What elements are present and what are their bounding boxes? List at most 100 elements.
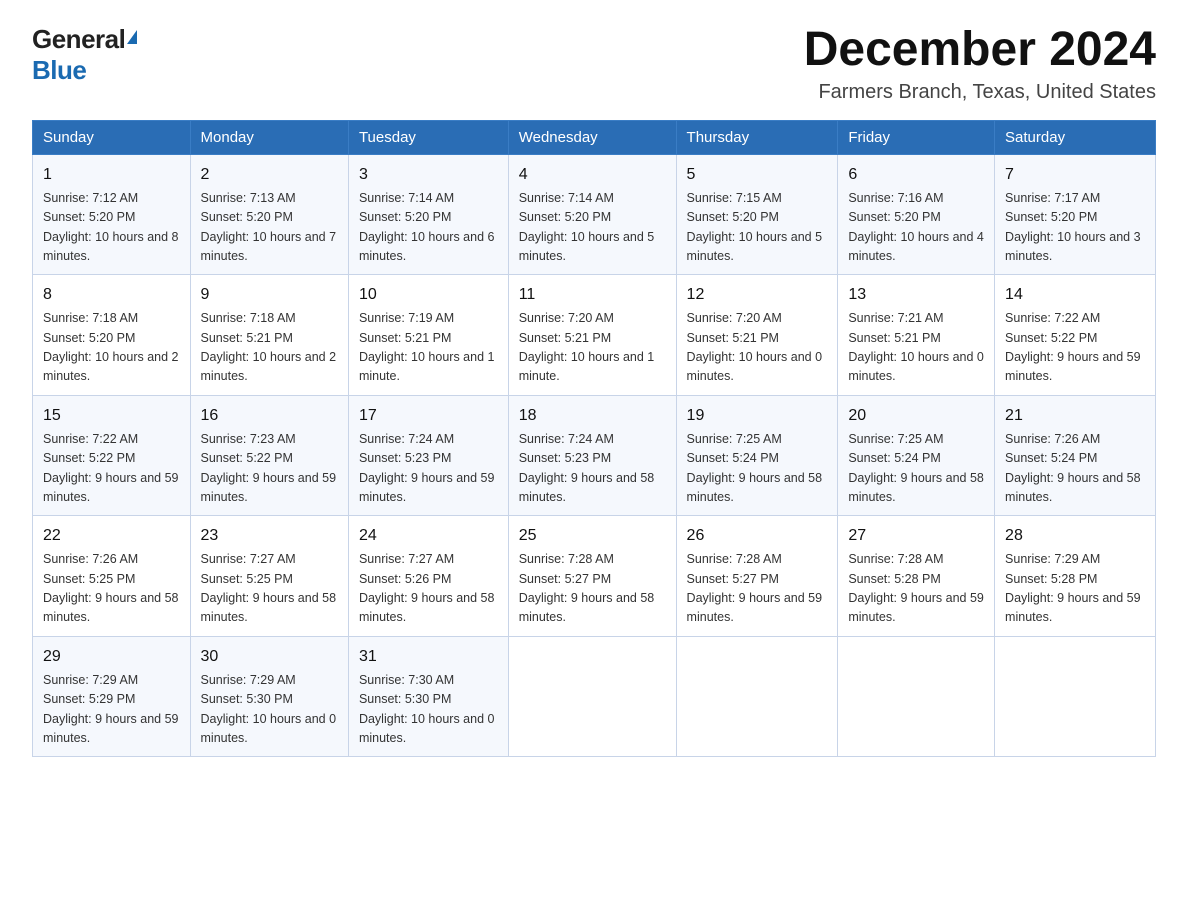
table-row: 19 Sunrise: 7:25 AMSunset: 5:24 PMDaylig… [676,395,838,516]
day-number: 26 [687,524,828,548]
day-info: Sunrise: 7:28 AMSunset: 5:28 PMDaylight:… [848,550,984,628]
table-row: 9 Sunrise: 7:18 AMSunset: 5:21 PMDayligh… [190,275,348,396]
day-number: 19 [687,404,828,428]
day-number: 31 [359,645,498,669]
day-info: Sunrise: 7:22 AMSunset: 5:22 PMDaylight:… [1005,309,1145,387]
table-row [838,636,995,757]
day-info: Sunrise: 7:24 AMSunset: 5:23 PMDaylight:… [359,430,498,508]
day-info: Sunrise: 7:29 AMSunset: 5:28 PMDaylight:… [1005,550,1145,628]
day-number: 6 [848,163,984,187]
day-info: Sunrise: 7:29 AMSunset: 5:30 PMDaylight:… [201,671,338,749]
day-number: 18 [519,404,666,428]
day-number: 27 [848,524,984,548]
table-row: 27 Sunrise: 7:28 AMSunset: 5:28 PMDaylig… [838,516,995,637]
col-sunday: Sunday [33,120,191,154]
title-block: December 2024 Farmers Branch, Texas, Uni… [804,24,1156,104]
day-info: Sunrise: 7:23 AMSunset: 5:22 PMDaylight:… [201,430,338,508]
table-row [676,636,838,757]
table-row: 13 Sunrise: 7:21 AMSunset: 5:21 PMDaylig… [838,275,995,396]
table-row: 5 Sunrise: 7:15 AMSunset: 5:20 PMDayligh… [676,154,838,275]
table-row: 25 Sunrise: 7:28 AMSunset: 5:27 PMDaylig… [508,516,676,637]
table-row: 22 Sunrise: 7:26 AMSunset: 5:25 PMDaylig… [33,516,191,637]
day-number: 29 [43,645,180,669]
day-info: Sunrise: 7:28 AMSunset: 5:27 PMDaylight:… [687,550,828,628]
day-number: 1 [43,163,180,187]
day-info: Sunrise: 7:18 AMSunset: 5:21 PMDaylight:… [201,309,338,387]
calendar-week-row: 29 Sunrise: 7:29 AMSunset: 5:29 PMDaylig… [33,636,1156,757]
table-row: 31 Sunrise: 7:30 AMSunset: 5:30 PMDaylig… [348,636,508,757]
day-info: Sunrise: 7:20 AMSunset: 5:21 PMDaylight:… [519,309,666,387]
day-info: Sunrise: 7:26 AMSunset: 5:25 PMDaylight:… [43,550,180,628]
day-info: Sunrise: 7:30 AMSunset: 5:30 PMDaylight:… [359,671,498,749]
day-number: 8 [43,283,180,307]
table-row: 26 Sunrise: 7:28 AMSunset: 5:27 PMDaylig… [676,516,838,637]
day-number: 10 [359,283,498,307]
table-row: 17 Sunrise: 7:24 AMSunset: 5:23 PMDaylig… [348,395,508,516]
table-row: 8 Sunrise: 7:18 AMSunset: 5:20 PMDayligh… [33,275,191,396]
table-row: 11 Sunrise: 7:20 AMSunset: 5:21 PMDaylig… [508,275,676,396]
table-row: 18 Sunrise: 7:24 AMSunset: 5:23 PMDaylig… [508,395,676,516]
table-row: 12 Sunrise: 7:20 AMSunset: 5:21 PMDaylig… [676,275,838,396]
table-row: 2 Sunrise: 7:13 AMSunset: 5:20 PMDayligh… [190,154,348,275]
table-row: 7 Sunrise: 7:17 AMSunset: 5:20 PMDayligh… [995,154,1156,275]
day-number: 24 [359,524,498,548]
table-row: 14 Sunrise: 7:22 AMSunset: 5:22 PMDaylig… [995,275,1156,396]
table-row: 24 Sunrise: 7:27 AMSunset: 5:26 PMDaylig… [348,516,508,637]
day-number: 25 [519,524,666,548]
col-thursday: Thursday [676,120,838,154]
day-info: Sunrise: 7:24 AMSunset: 5:23 PMDaylight:… [519,430,666,508]
day-info: Sunrise: 7:18 AMSunset: 5:20 PMDaylight:… [43,309,180,387]
day-info: Sunrise: 7:14 AMSunset: 5:20 PMDaylight:… [519,189,666,267]
page-subtitle: Farmers Branch, Texas, United States [804,81,1156,104]
calendar-week-row: 1 Sunrise: 7:12 AMSunset: 5:20 PMDayligh… [33,154,1156,275]
page-title: December 2024 [804,24,1156,77]
table-row: 10 Sunrise: 7:19 AMSunset: 5:21 PMDaylig… [348,275,508,396]
day-info: Sunrise: 7:16 AMSunset: 5:20 PMDaylight:… [848,189,984,267]
calendar-header-row: Sunday Monday Tuesday Wednesday Thursday… [33,120,1156,154]
day-number: 14 [1005,283,1145,307]
table-row [508,636,676,757]
col-monday: Monday [190,120,348,154]
day-number: 3 [359,163,498,187]
col-friday: Friday [838,120,995,154]
day-number: 12 [687,283,828,307]
table-row: 23 Sunrise: 7:27 AMSunset: 5:25 PMDaylig… [190,516,348,637]
day-info: Sunrise: 7:25 AMSunset: 5:24 PMDaylight:… [687,430,828,508]
day-number: 17 [359,404,498,428]
table-row: 30 Sunrise: 7:29 AMSunset: 5:30 PMDaylig… [190,636,348,757]
table-row: 29 Sunrise: 7:29 AMSunset: 5:29 PMDaylig… [33,636,191,757]
table-row: 21 Sunrise: 7:26 AMSunset: 5:24 PMDaylig… [995,395,1156,516]
day-info: Sunrise: 7:12 AMSunset: 5:20 PMDaylight:… [43,189,180,267]
table-row: 28 Sunrise: 7:29 AMSunset: 5:28 PMDaylig… [995,516,1156,637]
table-row: 4 Sunrise: 7:14 AMSunset: 5:20 PMDayligh… [508,154,676,275]
day-number: 20 [848,404,984,428]
day-number: 5 [687,163,828,187]
table-row: 20 Sunrise: 7:25 AMSunset: 5:24 PMDaylig… [838,395,995,516]
day-number: 28 [1005,524,1145,548]
logo-blue-text: Blue [32,55,86,86]
day-number: 13 [848,283,984,307]
col-wednesday: Wednesday [508,120,676,154]
logo-general-text: General [32,24,125,55]
table-row: 15 Sunrise: 7:22 AMSunset: 5:22 PMDaylig… [33,395,191,516]
page-header: General Blue December 2024 Farmers Branc… [32,24,1156,104]
calendar-week-row: 8 Sunrise: 7:18 AMSunset: 5:20 PMDayligh… [33,275,1156,396]
col-tuesday: Tuesday [348,120,508,154]
table-row: 3 Sunrise: 7:14 AMSunset: 5:20 PMDayligh… [348,154,508,275]
table-row: 16 Sunrise: 7:23 AMSunset: 5:22 PMDaylig… [190,395,348,516]
day-number: 9 [201,283,338,307]
col-saturday: Saturday [995,120,1156,154]
day-number: 15 [43,404,180,428]
day-info: Sunrise: 7:27 AMSunset: 5:25 PMDaylight:… [201,550,338,628]
calendar-table: Sunday Monday Tuesday Wednesday Thursday… [32,120,1156,758]
day-info: Sunrise: 7:29 AMSunset: 5:29 PMDaylight:… [43,671,180,749]
day-info: Sunrise: 7:15 AMSunset: 5:20 PMDaylight:… [687,189,828,267]
day-info: Sunrise: 7:25 AMSunset: 5:24 PMDaylight:… [848,430,984,508]
logo: General Blue [32,24,137,86]
day-info: Sunrise: 7:27 AMSunset: 5:26 PMDaylight:… [359,550,498,628]
day-info: Sunrise: 7:14 AMSunset: 5:20 PMDaylight:… [359,189,498,267]
table-row: 6 Sunrise: 7:16 AMSunset: 5:20 PMDayligh… [838,154,995,275]
day-info: Sunrise: 7:17 AMSunset: 5:20 PMDaylight:… [1005,189,1145,267]
day-info: Sunrise: 7:19 AMSunset: 5:21 PMDaylight:… [359,309,498,387]
day-info: Sunrise: 7:22 AMSunset: 5:22 PMDaylight:… [43,430,180,508]
